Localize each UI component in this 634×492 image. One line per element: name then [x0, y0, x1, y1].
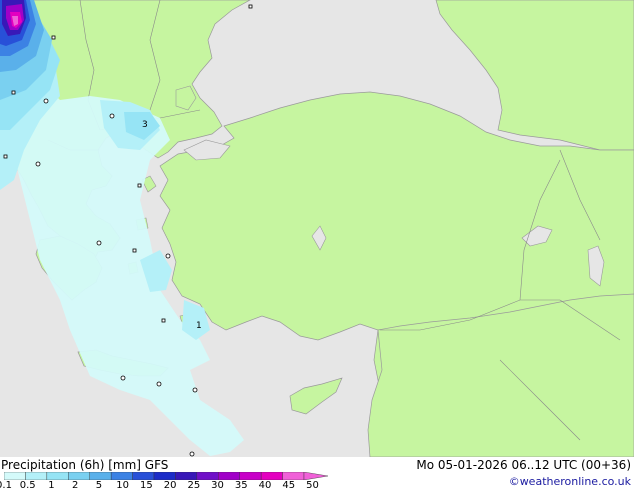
scale-swatch [196, 472, 219, 480]
scale-swatch [239, 472, 262, 480]
city-marker [109, 113, 115, 119]
scale-swatch [132, 472, 155, 480]
credit-link[interactable]: ©weatheronline.co.uk [509, 475, 631, 489]
scale-swatch [46, 472, 69, 480]
city-marker [96, 240, 102, 246]
valid-time: Mo 05-01-2026 06..12 UTC (00+36) [416, 458, 631, 472]
scale-swatch [4, 472, 26, 480]
scale-swatch [89, 472, 112, 480]
color-scale-labels: 0.10.5125101520253035404550 [0, 481, 330, 492]
city-marker [161, 318, 166, 323]
city-marker [137, 183, 142, 188]
city-marker [3, 154, 8, 159]
city-marker [35, 161, 41, 167]
city-marker [11, 90, 16, 95]
scale-swatch [218, 472, 240, 480]
precipitation-map: 3 1 [0, 0, 634, 457]
scale-arrow [303, 472, 328, 480]
city-marker [43, 98, 49, 104]
city-marker [120, 375, 126, 381]
city-marker [192, 387, 198, 393]
city-marker [189, 451, 195, 457]
scale-swatch [68, 472, 90, 480]
map-footer: Precipitation (6h) [mm] GFS Mo 05-01-202… [0, 457, 634, 492]
scale-swatch [25, 472, 48, 480]
scale-swatch [175, 472, 198, 480]
color-scale-bar [4, 472, 328, 480]
city-marker [132, 248, 137, 253]
city-marker [156, 381, 162, 387]
scale-swatch [282, 472, 305, 480]
scale-swatch [110, 472, 133, 480]
city-marker [248, 4, 253, 9]
precip-value-label: 1 [196, 321, 202, 331]
city-marker [51, 35, 56, 40]
city-marker [165, 253, 171, 259]
map-title: Precipitation (6h) [mm] GFS [1, 458, 169, 472]
scale-swatch [260, 472, 283, 480]
precip-value-label: 3 [142, 120, 148, 130]
scale-swatch [153, 472, 176, 480]
